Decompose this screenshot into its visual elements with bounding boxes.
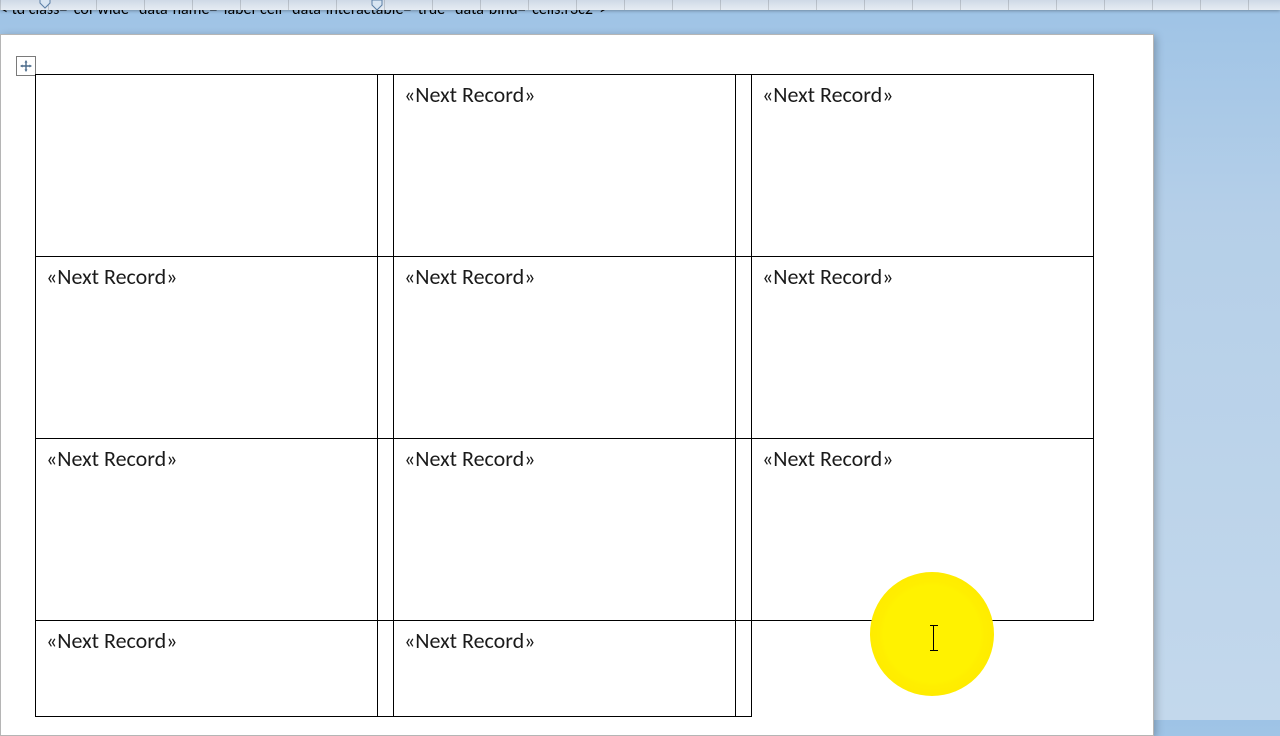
label-cell[interactable]: «Next Record» [752,439,1094,621]
label-cell[interactable]: «Next Record» [394,75,736,257]
table-row: «Next Record» «Next Record» [36,621,1094,717]
label-cell[interactable]: «Next Record» [752,75,1094,257]
label-cell[interactable] [36,75,378,257]
table-row: «Next Record» «Next Record» [36,75,1094,257]
table-row: «Next Record» «Next Record» «Next Record… [36,257,1094,439]
label-gutter [736,439,752,621]
ruler-indent-handle[interactable] [370,0,384,10]
ruler-left-margin-handle[interactable] [38,0,52,10]
label-gutter [378,439,394,621]
horizontal-ruler[interactable] [0,0,1280,10]
label-gutter [378,75,394,257]
table-move-handle[interactable] [16,56,36,76]
label-cell[interactable]: «Next Record» [394,439,736,621]
label-gutter [378,621,394,717]
label-gutter [736,621,752,717]
label-cell[interactable]: «Next Record» [36,439,378,621]
label-cell[interactable]: «Next Record» [36,257,378,439]
label-gutter [736,75,752,257]
label-cell[interactable]: «Next Record» [36,621,378,717]
mail-merge-labels-table[interactable]: «Next Record» «Next Record» «Next Record… [35,74,1094,717]
label-cell[interactable]: «Next Record» [394,257,736,439]
label-cell[interactable]: «Next Record» [394,621,736,717]
table-row: «Next Record» «Next Record» «Next Record… [36,439,1094,621]
label-gutter [378,257,394,439]
label-cell[interactable]: «Next Record» [752,257,1094,439]
label-gutter [736,257,752,439]
